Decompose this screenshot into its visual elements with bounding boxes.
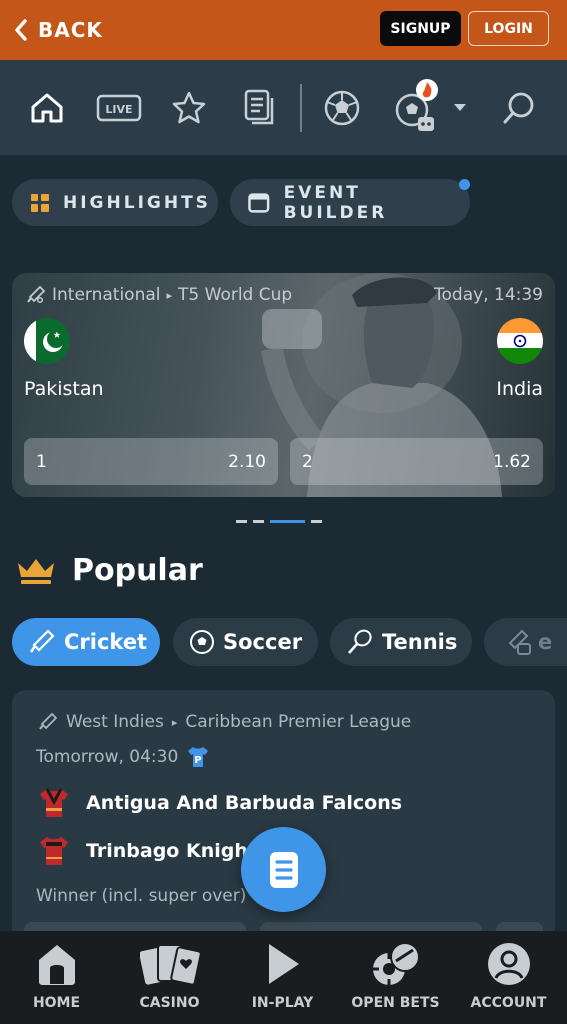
featured-region: International	[52, 285, 161, 305]
grid-icon	[31, 193, 49, 212]
bottom-nav-label: OPEN BETS	[351, 995, 440, 1011]
bet-builder-soccer-icon[interactable]	[392, 79, 442, 131]
away-jersey-icon	[40, 837, 68, 865]
home-icon[interactable]	[25, 86, 69, 130]
shirt-p-icon: P	[188, 747, 209, 767]
featured-competition: International ▸ T5 World Cup	[26, 285, 292, 305]
popular-title: Popular	[72, 553, 203, 588]
popular-heading: Popular	[16, 553, 203, 588]
play-icon	[265, 939, 301, 989]
betslip-icon	[269, 851, 298, 888]
bottom-nav-label: IN-PLAY	[251, 995, 314, 1011]
carousel-dot[interactable]	[253, 520, 264, 523]
betslip-icon[interactable]	[238, 86, 282, 130]
home-icon	[35, 939, 79, 989]
open-bets-icon	[369, 939, 423, 989]
bottom-nav-casino[interactable]: CASINO	[113, 939, 226, 1011]
back-label: BACK	[38, 18, 103, 42]
star-icon[interactable]	[167, 86, 211, 130]
sports-nav-bar: LIVE	[0, 60, 567, 155]
tennis-racket-icon	[348, 629, 372, 654]
chip-label: Tennis	[382, 630, 458, 654]
betslip-fab[interactable]	[241, 827, 326, 912]
sport-chip-cricket[interactable]: Cricket	[12, 618, 160, 666]
carousel-dot[interactable]	[311, 520, 322, 523]
home-jersey-icon	[40, 788, 68, 817]
chip-label: Cricket	[64, 630, 148, 654]
svg-text:LIVE: LIVE	[105, 103, 132, 116]
india-flag-icon	[497, 318, 543, 364]
esports-icon	[508, 629, 531, 655]
chevron-left-icon	[15, 19, 27, 41]
user-icon	[486, 939, 532, 989]
match-time-row: Tomorrow, 04:30 P	[36, 746, 210, 768]
nav-divider	[300, 84, 302, 132]
carousel-dot-active[interactable]	[270, 520, 305, 523]
home-team-name: Antigua And Barbuda Falcons	[86, 792, 403, 814]
bottom-nav-label: ACCOUNT	[470, 995, 547, 1011]
login-button[interactable]: LOGIN	[468, 11, 549, 46]
soccer-ball-icon[interactable]	[320, 86, 364, 130]
calendar-icon	[248, 192, 270, 213]
cricket-bat-icon	[39, 712, 58, 730]
pakistan-flag-icon	[24, 318, 70, 364]
odds-button-home[interactable]: 1 2.10	[24, 438, 278, 485]
back-button[interactable]: BACK	[14, 18, 103, 42]
highlights-tab[interactable]: HIGHLIGHTS	[12, 179, 218, 226]
bottom-nav-home[interactable]: HOME	[0, 939, 113, 1011]
search-icon[interactable]	[497, 86, 541, 130]
away-team-name: India	[496, 378, 543, 400]
home-team-name: Pakistan	[24, 378, 104, 400]
crown-icon	[18, 558, 54, 584]
chip-label: Soccer	[223, 630, 303, 654]
carousel-pagination[interactable]	[236, 520, 322, 523]
event-builder-tab[interactable]: EVENT BUILDER	[230, 179, 470, 226]
featured-time: Today, 14:39	[434, 285, 543, 305]
breadcrumb-separator: ▸	[171, 715, 178, 729]
soccer-ball-icon	[190, 630, 214, 654]
match-region: West Indies	[66, 712, 164, 732]
breadcrumb-separator: ▸	[166, 288, 173, 302]
playing-cards-icon	[139, 939, 200, 989]
sport-chip-esports[interactable]: e	[484, 618, 567, 666]
bottom-nav: HOME CASINO IN-PLAY OPEN BETS ACCOUNT	[0, 931, 567, 1024]
away-team-row: Trinbago Knight	[38, 836, 257, 866]
featured-match-banner[interactable]: International ▸ T5 World Cup Today, 14:3…	[12, 273, 555, 497]
odds-label: 1	[36, 451, 47, 472]
cricket-bat-icon	[27, 285, 46, 304]
bottom-nav-account[interactable]: ACCOUNT	[452, 939, 565, 1011]
featured-competition-name: T5 World Cup	[178, 285, 293, 305]
bottom-nav-label: CASINO	[139, 995, 200, 1011]
odds-label: 2	[302, 451, 313, 472]
event-builder-label: EVENT BUILDER	[283, 182, 388, 223]
match-competition: West Indies ▸ Caribbean Premier League	[38, 712, 411, 732]
bottom-nav-label: HOME	[32, 995, 81, 1011]
signup-button[interactable]: SIGNUP	[380, 11, 461, 46]
away-team-name: Trinbago Knight	[86, 840, 257, 862]
match-competition-name: Caribbean Premier League	[185, 712, 412, 732]
home-team-row: Antigua And Barbuda Falcons	[38, 788, 402, 818]
sport-chip-tennis[interactable]: Tennis	[330, 618, 472, 666]
odds-button-away[interactable]: 2 1.62	[290, 438, 543, 485]
chip-label: e	[538, 630, 553, 654]
bottom-nav-in-play[interactable]: IN-PLAY	[226, 939, 339, 1011]
odds-value: 2.10	[228, 451, 266, 472]
odds-value: 1.62	[493, 451, 531, 472]
match-time: Tomorrow, 04:30	[36, 747, 179, 767]
cricket-bat-icon	[29, 629, 55, 653]
sport-chip-soccer[interactable]: Soccer	[173, 618, 318, 666]
bottom-nav-open-bets[interactable]: OPEN BETS	[339, 939, 452, 1011]
highlights-label: HIGHLIGHTS	[63, 192, 211, 213]
top-header: BACK SIGNUP LOGIN	[0, 0, 567, 60]
market-name: Winner (incl. super over)	[36, 886, 247, 906]
chevron-down-icon[interactable]	[448, 86, 472, 130]
svg-text:P: P	[195, 755, 202, 766]
live-icon[interactable]: LIVE	[96, 86, 142, 130]
carousel-dot[interactable]	[236, 520, 247, 523]
notification-dot	[459, 179, 470, 190]
